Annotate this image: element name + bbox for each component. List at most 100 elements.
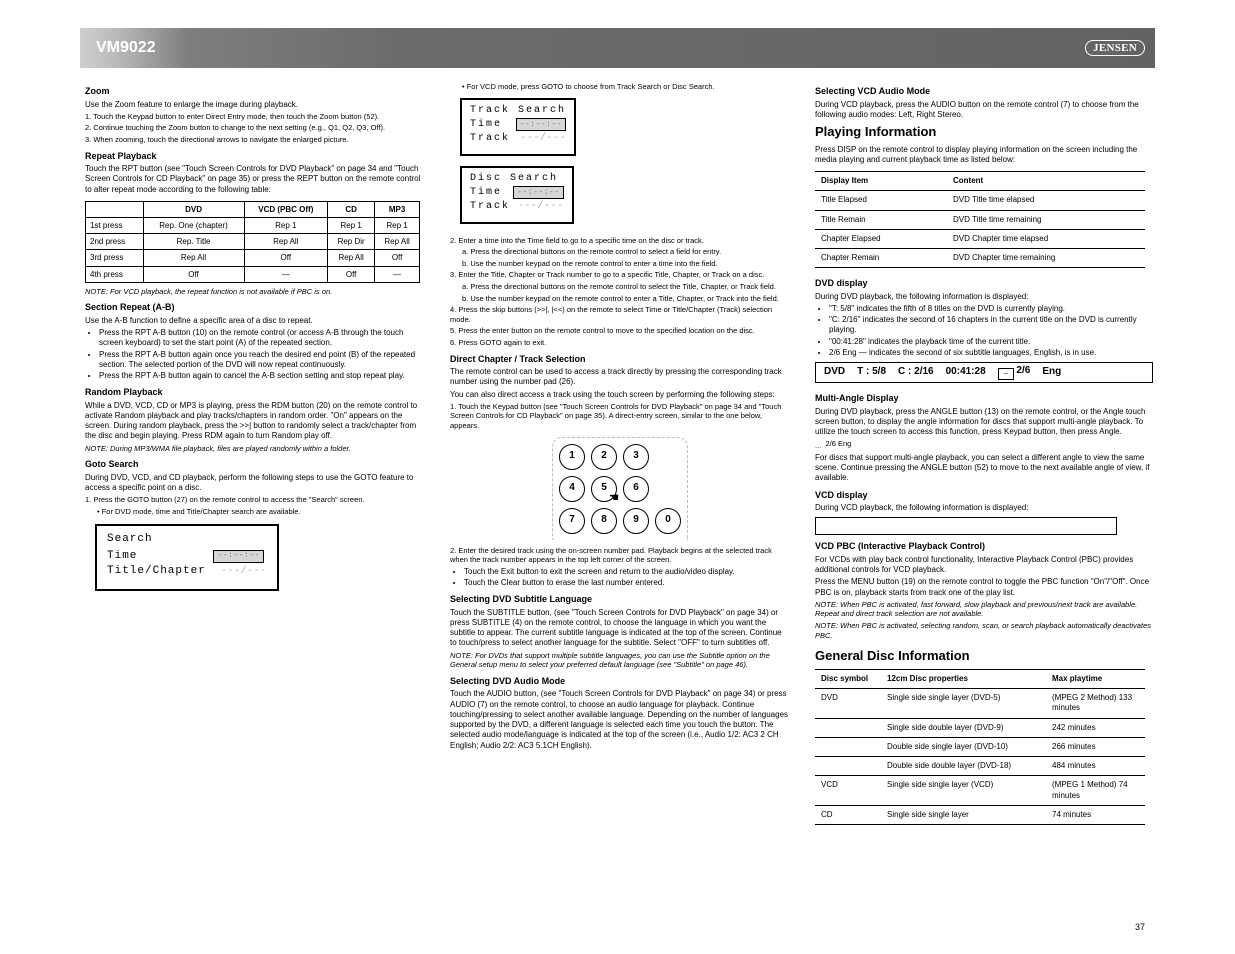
osd-dvd-search: Search Time --:--:-- Title/Chapter ---/-… <box>95 524 279 591</box>
heading-playing-info: Playing Information <box>815 124 1155 141</box>
heading-section-repeat: Section Repeat (A-B) <box>85 302 425 314</box>
table-row: 2nd press Rep. Title Rep All Rep Dir Rep… <box>86 234 420 250</box>
table-row: 1st press Rep. One (chapter) Rep 1 Rep 1… <box>86 217 420 233</box>
dvd-display-list: "T: 5/8" indicates the fifth of 8 titles… <box>829 304 1155 358</box>
status-title: T : 5/8 <box>857 366 886 379</box>
direct-p2: You can also direct access a track using… <box>450 390 790 400</box>
pbc-p2: Press the MENU button (19) on the remote… <box>815 577 1155 597</box>
col-props: 12cm Disc properties <box>881 669 1046 688</box>
heading-subtitle: Selecting DVD Subtitle Language <box>450 594 790 606</box>
repeat-note: NOTE: For VCD playback, the repeat funct… <box>85 287 425 297</box>
table-row: 4th press Off — Off — <box>86 266 420 282</box>
page-number: 37 <box>1135 922 1145 932</box>
heading-zoom: Zoom <box>85 86 425 98</box>
goto-step2b: b. Use the number keypad on the remote c… <box>462 259 790 269</box>
col-cd: CD <box>328 201 375 217</box>
keypad-empty <box>655 476 679 500</box>
table-row: Single side double layer (DVD-9)242 minu… <box>815 718 1145 737</box>
direct-substeps: Touch the Exit button to exit the screen… <box>464 567 790 588</box>
status-sub: ... 2/6 <box>998 365 1031 380</box>
keypad-0[interactable]: 0 <box>655 508 681 534</box>
table-row: VCDSingle side single layer (VCD)(MPEG 1… <box>815 776 1145 805</box>
pbc-note2: NOTE: When PBC is activated, selecting r… <box>815 621 1155 640</box>
keypad-1[interactable]: 1 <box>559 444 585 470</box>
dvd-display-intro: During DVD playback, the following infor… <box>815 292 1155 302</box>
table-row: DVDSingle side single layer (DVD-5)(MPEG… <box>815 689 1145 718</box>
status-lang: Eng <box>1042 366 1061 379</box>
heading-goto: Goto Search <box>85 459 425 471</box>
angle-icon-row: ... 2/6 Eng <box>815 439 1155 451</box>
keypad-5[interactable]: 5 ☚ <box>591 476 617 502</box>
heading-random: Random Playback <box>85 387 425 399</box>
keypad-9[interactable]: 9 <box>623 508 649 534</box>
info-intro: Press DISP on the remote control to disp… <box>815 145 1155 165</box>
goto-step2a: a. Press the directional buttons on the … <box>462 247 790 257</box>
vcd-audio-para: During VCD playback, press the AUDIO but… <box>815 100 1155 120</box>
column-3: Selecting VCD Audio Mode During VCD play… <box>815 80 1155 825</box>
subtitle-para: Touch the SUBTITLE button, (see "Touch S… <box>450 608 790 649</box>
osd-time-field[interactable]: --:--:-- <box>213 550 263 563</box>
goto-step5: 5. Press the enter button on the remote … <box>450 326 790 336</box>
value-track[interactable]: ---/--- <box>521 132 567 146</box>
subtitle-note: NOTE: For DVDs that support multiple sub… <box>450 651 790 670</box>
table-row: CDSingle side single layer74 minutes <box>815 805 1145 824</box>
random-para: While a DVD, VCD, CD or MP3 is playing, … <box>85 401 425 442</box>
brand-logo: JENSEN <box>1085 40 1145 56</box>
header-banner: VM9022 JENSEN <box>80 28 1155 68</box>
section-steps: Press the RPT A-B button (10) on the rem… <box>99 328 425 381</box>
zoom-intro: Use the Zoom feature to enlarge the imag… <box>85 100 425 110</box>
zoom-step3: 3. When zooming, touch the directional a… <box>85 135 425 145</box>
keypad-8[interactable]: 8 <box>591 508 617 534</box>
angle-para2: For discs that support multi-angle playb… <box>815 453 1155 484</box>
field-time[interactable]: --:--:-- <box>516 118 566 131</box>
direct-step1: 1. Touch the Keypad button (see "Touch S… <box>450 402 790 431</box>
goto-step3: 3. Enter the Title, Chapter or Track num… <box>450 270 790 280</box>
keypad-7[interactable]: 7 <box>559 508 585 534</box>
repeat-modes-table: DVD VCD (PBC Off) CD MP3 1st press Rep. … <box>85 201 420 283</box>
heading-angle: Multi-Angle Display <box>815 393 1155 405</box>
hand-cursor-icon: ☚ <box>609 491 619 505</box>
keypad-3[interactable]: 3 <box>623 444 649 470</box>
heading-audio: Selecting DVD Audio Mode <box>450 676 790 688</box>
label-time: Time <box>470 118 502 132</box>
table-row: Title RemainDVD Title time remaining <box>815 210 1145 229</box>
label-time: Time <box>470 186 502 200</box>
angle-para: During DVD playback, press the ANGLE but… <box>815 407 1155 438</box>
general-disc-table: Disc symbol 12cm Disc properties Max pla… <box>815 669 1145 825</box>
heading-vcd-audio: Selecting VCD Audio Mode <box>815 86 1155 98</box>
osd-title: Track Search <box>470 104 566 118</box>
field-time[interactable]: --:--:-- <box>513 186 563 199</box>
random-note: NOTE: During MP3/WMA file playback, file… <box>85 444 425 454</box>
osd-time-label: Time <box>107 550 137 562</box>
value-track[interactable]: ---/--- <box>518 200 564 214</box>
table-row: Title ElapsedDVD Title time elapsed <box>815 191 1145 210</box>
dvd-status-strip: DVD T : 5/8 C : 2/16 00:41:28 ... 2/6 En… <box>815 362 1153 383</box>
keypad-empty <box>655 444 679 468</box>
repeat-intro: Touch the RPT button (see "Touch Screen … <box>85 164 425 195</box>
heading-dvd-display: DVD display <box>815 278 1155 290</box>
osd-tc-value[interactable]: ---/--- <box>221 566 267 577</box>
keypad-4[interactable]: 4 <box>559 476 585 502</box>
keypad-2[interactable]: 2 <box>591 444 617 470</box>
goto-step1b: • For DVD mode, time and Title/Chapter s… <box>97 507 425 517</box>
goto-step1: 1. Press the GOTO button (27) on the rem… <box>85 495 425 505</box>
table-row: Double side double layer (DVD-18)484 min… <box>815 757 1145 776</box>
audio-para: Touch the AUDIO button, (see "Touch Scre… <box>450 689 790 750</box>
heading-vcd-display: VCD display <box>815 490 1155 502</box>
osd-track-search: Track Search Time --:--:-- Track ---/--- <box>460 98 576 156</box>
display-items-table: Display Item Content Title ElapsedDVD Ti… <box>815 171 1145 268</box>
table-row: 3rd press Rep All Off Rep All Off <box>86 250 420 266</box>
keypad-6[interactable]: 6 <box>623 476 649 502</box>
goto-intro: During DVD, VCD, and CD playback, perfor… <box>85 473 425 493</box>
goto-step3a: a. Press the directional buttons on the … <box>462 282 790 292</box>
pbc-p1: For VCDs with play back control function… <box>815 555 1155 575</box>
label-track: Track <box>470 132 510 146</box>
column-1: Zoom Use the Zoom feature to enlarge the… <box>85 80 425 591</box>
direct-p1: The remote control can be used to access… <box>450 367 790 387</box>
table-row: Double side single layer (DVD-10)266 min… <box>815 737 1145 756</box>
zoom-step1: 1. Touch the Keypad button to enter Dire… <box>85 112 425 122</box>
goto-step2: 2. Enter a time into the Time field to g… <box>450 236 790 246</box>
status-chapter: C : 2/16 <box>898 366 934 379</box>
goto-step4: 4. Press the skip buttons (>>|, |<<) on … <box>450 305 790 324</box>
column-2: • For VCD mode, press GOTO to choose fro… <box>450 80 790 753</box>
